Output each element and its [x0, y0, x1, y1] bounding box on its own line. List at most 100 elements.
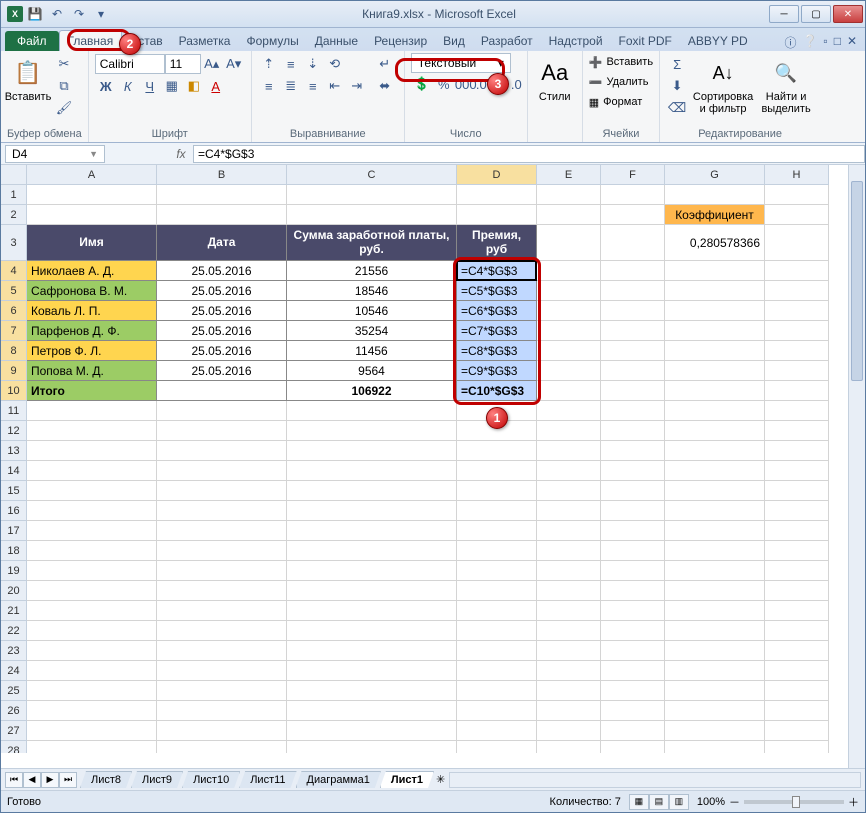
cell-B19[interactable]	[157, 561, 287, 581]
sheet-tab-Лист8[interactable]: Лист8	[80, 771, 132, 788]
row-header-8[interactable]: 8	[1, 341, 27, 361]
cell-C13[interactable]	[287, 441, 457, 461]
row-header-3[interactable]: 3	[1, 225, 27, 261]
cell-A18[interactable]	[27, 541, 157, 561]
align-left-icon[interactable]: ≡	[258, 75, 280, 97]
cell-F25[interactable]	[601, 681, 665, 701]
cell-A6[interactable]: Коваль Л. П.	[27, 301, 157, 321]
cell-G22[interactable]	[665, 621, 765, 641]
cell-G16[interactable]	[665, 501, 765, 521]
scrollbar-thumb[interactable]	[851, 181, 863, 381]
row-header-7[interactable]: 7	[1, 321, 27, 341]
cell-F7[interactable]	[601, 321, 665, 341]
cell-B23[interactable]	[157, 641, 287, 661]
cell-G9[interactable]	[665, 361, 765, 381]
increase-font-icon[interactable]: A▴	[201, 53, 223, 75]
col-header-E[interactable]: E	[537, 165, 601, 185]
cell-G12[interactable]	[665, 421, 765, 441]
info-icon[interactable]: ⓘ	[784, 34, 796, 51]
ribbon-tab-данные[interactable]: Данные	[307, 31, 366, 51]
cell-B3[interactable]: Дата	[157, 225, 287, 261]
styles-button[interactable]: Aa Стили	[534, 53, 576, 107]
cell-B13[interactable]	[157, 441, 287, 461]
cell-F22[interactable]	[601, 621, 665, 641]
cell-E21[interactable]	[537, 601, 601, 621]
cell-A21[interactable]	[27, 601, 157, 621]
maximize-button[interactable]: ▢	[801, 5, 831, 23]
cell-E11[interactable]	[537, 401, 601, 421]
cell-F5[interactable]	[601, 281, 665, 301]
cell-E5[interactable]	[537, 281, 601, 301]
cell-B20[interactable]	[157, 581, 287, 601]
cell-G19[interactable]	[665, 561, 765, 581]
cell-G4[interactable]	[665, 261, 765, 281]
decrease-font-icon[interactable]: A▾	[223, 53, 245, 75]
ribbon-tab-abbyy pd[interactable]: ABBYY PD	[680, 31, 756, 51]
row-header-26[interactable]: 26	[1, 701, 27, 721]
cell-F18[interactable]	[601, 541, 665, 561]
cell-B26[interactable]	[157, 701, 287, 721]
cell-F11[interactable]	[601, 401, 665, 421]
cell-H3[interactable]	[765, 225, 829, 261]
horizontal-scrollbar[interactable]	[449, 772, 861, 788]
row-header-13[interactable]: 13	[1, 441, 27, 461]
cell-D23[interactable]	[457, 641, 537, 661]
file-tab[interactable]: Файл	[5, 31, 59, 51]
cell-H15[interactable]	[765, 481, 829, 501]
cell-D24[interactable]	[457, 661, 537, 681]
font-color-icon[interactable]: A	[205, 75, 227, 97]
cell-C22[interactable]	[287, 621, 457, 641]
sheet-tab-Лист9[interactable]: Лист9	[131, 771, 183, 788]
cell-B2[interactable]	[157, 205, 287, 225]
row-header-4[interactable]: 4	[1, 261, 27, 281]
cell-A4[interactable]: Николаев А. Д.	[27, 261, 157, 281]
cell-E19[interactable]	[537, 561, 601, 581]
cell-E22[interactable]	[537, 621, 601, 641]
cell-B24[interactable]	[157, 661, 287, 681]
cell-A12[interactable]	[27, 421, 157, 441]
cell-A19[interactable]	[27, 561, 157, 581]
cell-G28[interactable]	[665, 741, 765, 753]
name-box[interactable]: D4 ▼	[5, 145, 105, 163]
cell-B14[interactable]	[157, 461, 287, 481]
cell-H11[interactable]	[765, 401, 829, 421]
align-top-icon[interactable]: ⇡	[258, 53, 280, 75]
cell-C10[interactable]: 106922	[287, 381, 457, 401]
help-icon[interactable]: ❔	[802, 34, 817, 51]
cell-G20[interactable]	[665, 581, 765, 601]
cell-E23[interactable]	[537, 641, 601, 661]
cell-F13[interactable]	[601, 441, 665, 461]
decrease-indent-icon[interactable]: ⇤	[324, 75, 346, 97]
cell-F16[interactable]	[601, 501, 665, 521]
cell-A10[interactable]: Итого	[27, 381, 157, 401]
cell-G11[interactable]	[665, 401, 765, 421]
font-name-select[interactable]: Calibri	[95, 54, 165, 74]
sheet-tab-Лист10[interactable]: Лист10	[182, 771, 240, 788]
ribbon-tab-foxit pdf[interactable]: Foxit PDF	[611, 31, 680, 51]
undo-icon[interactable]: ↶	[47, 4, 67, 24]
row-header-25[interactable]: 25	[1, 681, 27, 701]
first-sheet-icon[interactable]: ⏮	[5, 772, 23, 788]
cell-A25[interactable]	[27, 681, 157, 701]
fill-color-icon[interactable]: ◧	[183, 75, 205, 97]
row-header-6[interactable]: 6	[1, 301, 27, 321]
cell-C9[interactable]: 9564	[287, 361, 457, 381]
cell-F17[interactable]	[601, 521, 665, 541]
cell-E7[interactable]	[537, 321, 601, 341]
row-header-23[interactable]: 23	[1, 641, 27, 661]
clear-icon[interactable]: ⌫	[666, 97, 688, 119]
cell-H25[interactable]	[765, 681, 829, 701]
cell-D3[interactable]: Премия, руб	[457, 225, 537, 261]
cell-H8[interactable]	[765, 341, 829, 361]
format-cells-button[interactable]: ▦ Формат	[589, 93, 653, 111]
cell-E8[interactable]	[537, 341, 601, 361]
cell-E24[interactable]	[537, 661, 601, 681]
find-select-button[interactable]: 🔍 Найти и выделить	[758, 53, 814, 119]
sheet-tab-Диаграмма1[interactable]: Диаграмма1	[296, 771, 381, 788]
cell-C25[interactable]	[287, 681, 457, 701]
cell-E16[interactable]	[537, 501, 601, 521]
cell-E4[interactable]	[537, 261, 601, 281]
select-all-corner[interactable]	[1, 165, 27, 185]
row-header-20[interactable]: 20	[1, 581, 27, 601]
align-middle-icon[interactable]: ≡	[280, 53, 302, 75]
